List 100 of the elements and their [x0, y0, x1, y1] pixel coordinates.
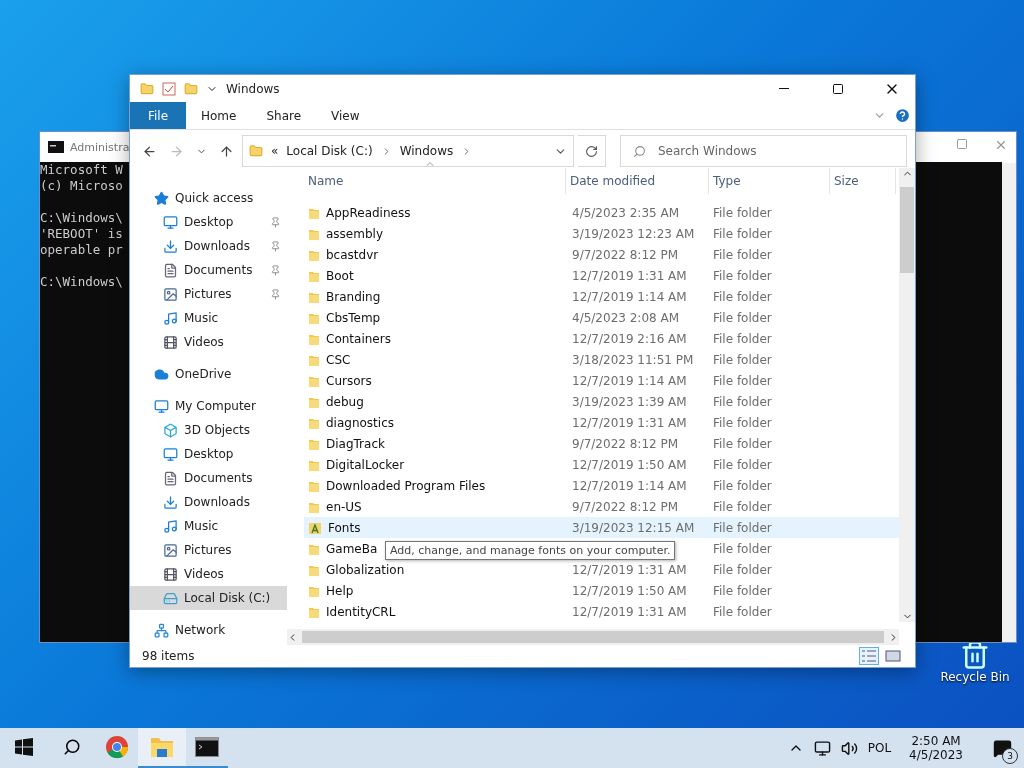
breadcrumb-item[interactable]: «: [271, 144, 279, 158]
file-row[interactable]: Cursors 12/7/2019 1:14 AM File folder: [304, 370, 899, 391]
address-bar[interactable]: « Local Disk (C:) Windows: [242, 135, 574, 167]
console-line: C:\Windows\: [40, 274, 123, 290]
search-field[interactable]: Search Windows: [620, 135, 907, 167]
sidebar-item[interactable]: Desktop: [130, 210, 287, 234]
sidebar-item[interactable]: Local Disk (C:): [130, 586, 287, 610]
file-row[interactable]: bcastdvr 9/7/2022 8:12 PM File folder: [304, 244, 899, 265]
checklist-icon[interactable]: [162, 81, 176, 96]
sidebar-item[interactable]: Pictures: [130, 538, 287, 562]
drive-icon: [163, 590, 178, 606]
scrollbar[interactable]: [1002, 163, 1016, 642]
file-row[interactable]: Help 12/7/2019 1:50 AM File folder: [304, 580, 899, 601]
sidebar-item[interactable]: 3D Objects: [130, 418, 287, 442]
scrollbar-thumb[interactable]: [302, 631, 884, 643]
star-icon: [154, 190, 169, 206]
sidebar-item[interactable]: Pictures: [130, 282, 287, 306]
refresh-button[interactable]: [578, 135, 606, 167]
column-header[interactable]: Type: [709, 168, 830, 194]
cube-icon: [163, 422, 178, 438]
sidebar-item[interactable]: Downloads: [130, 234, 287, 258]
ribbon-tab[interactable]: View: [316, 102, 375, 129]
desktop-icon: [163, 214, 178, 230]
sidebar-item[interactable]: Music: [130, 306, 287, 330]
file-name: Globalization: [326, 562, 405, 577]
details-view-icon: [861, 649, 877, 663]
clock-date[interactable]: 4/5/2023: [909, 748, 963, 762]
file-name: Boot: [326, 268, 354, 283]
type-cell-text: File folder: [712, 226, 773, 241]
file-row[interactable]: Downloaded Program Files 12/7/2019 1:14 AM File folder: [304, 475, 899, 496]
help-icon[interactable]: [894, 107, 911, 124]
recycle-bin-icon[interactable]: [960, 640, 990, 670]
file-row[interactable]: diagnostics 12/7/2019 1:31 AM File folder: [304, 412, 899, 433]
breadcrumb-item[interactable]: Local Disk (C:): [286, 144, 373, 158]
file-row[interactable]: Fonts 3/19/2023 12:15 AM File folder: [304, 517, 899, 538]
file-row[interactable]: Containers 12/7/2019 2:16 AM File folder: [304, 328, 899, 349]
type-cell-text: File folder: [712, 415, 773, 430]
music-note-icon: [163, 310, 178, 326]
folder-icon: [249, 144, 263, 158]
sidebar-item[interactable]: Videos: [130, 562, 287, 586]
file-row[interactable]: Globalization 12/7/2019 1:31 AM File folder: [304, 559, 899, 580]
ribbon-tab[interactable]: Home: [186, 102, 252, 129]
date-cell-text: 12/7/2019 1:31 AM: [571, 415, 688, 430]
file-row[interactable]: DigitalLocker 12/7/2019 1:50 AM File folder: [304, 454, 899, 475]
sidebar-item[interactable]: Desktop: [130, 442, 287, 466]
file-row[interactable]: AppReadiness 4/5/2023 2:35 AM File folder: [304, 202, 899, 223]
sidebar-item[interactable]: Downloads: [130, 490, 287, 514]
file-row[interactable]: debug 3/19/2023 1:39 AM File folder: [304, 391, 899, 412]
ribbon-tab[interactable]: File: [130, 102, 186, 129]
horizontal-scrollbar[interactable]: [287, 629, 899, 645]
type-cell-text: File folder: [712, 541, 773, 556]
type-cell-text: File folder: [712, 583, 773, 598]
file-row[interactable]: IdentityCRL 12/7/2019 1:31 AM File folder: [304, 601, 899, 622]
file-row[interactable]: Boot 12/7/2019 1:31 AM File folder: [304, 265, 899, 286]
sidebar-item[interactable]: OneDrive: [130, 362, 287, 386]
sidebar-item[interactable]: My Computer: [130, 394, 287, 418]
sidebar-item[interactable]: Documents: [130, 258, 287, 282]
details-view-button[interactable]: [859, 647, 879, 665]
folder-icon: [150, 736, 174, 758]
file-row[interactable]: DiagTrack 9/7/2022 8:12 PM File folder: [304, 433, 899, 454]
type-cell-text: File folder: [712, 604, 773, 619]
type-cell-text: File folder: [712, 520, 773, 535]
close-icon[interactable]: [994, 138, 1008, 152]
vertical-scrollbar[interactable]: [899, 168, 915, 622]
file-name: Branding: [326, 289, 381, 304]
maximize-icon[interactable]: [956, 138, 968, 150]
clock-time[interactable]: 2:50 AM: [911, 734, 961, 748]
sidebar-item[interactable]: Network: [130, 618, 287, 642]
column-header[interactable]: Size: [830, 168, 896, 194]
volume-icon[interactable]: [840, 739, 858, 757]
file-name: Containers: [326, 331, 391, 346]
scrollbar-thumb[interactable]: [900, 187, 914, 273]
large-icons-view-button[interactable]: [883, 647, 903, 665]
type-cell-text: File folder: [712, 373, 773, 388]
music-note-icon: [163, 518, 178, 534]
window-title: Windows: [226, 81, 281, 96]
sidebar-item[interactable]: Videos: [130, 330, 287, 354]
sidebar-item[interactable]: Documents: [130, 466, 287, 490]
file-row[interactable]: CbsTemp 4/5/2023 2:08 AM File folder: [304, 307, 899, 328]
date-cell-text: 12/7/2019 1:31 AM: [571, 604, 688, 619]
file-row[interactable]: en-US 9/7/2022 8:12 PM File folder: [304, 496, 899, 517]
sidebar-item[interactable]: Music: [130, 514, 287, 538]
column-header[interactable]: Date modified: [566, 168, 709, 194]
file-name: CSC: [326, 352, 351, 367]
language-indicator[interactable]: POL: [867, 741, 892, 755]
folder-icon[interactable]: [140, 81, 154, 96]
date-cell-text: 12/7/2019 1:14 AM: [571, 373, 688, 388]
network-icon[interactable]: [813, 739, 831, 757]
sidebar-item[interactable]: Quick access: [130, 186, 287, 210]
date-cell-text: 12/7/2019 1:50 AM: [571, 457, 688, 472]
console-line: Microsoft W: [40, 162, 123, 178]
file-row[interactable]: assembly 3/19/2023 12:23 AM File folder: [304, 223, 899, 244]
file-row[interactable]: Branding 12/7/2019 1:14 AM File folder: [304, 286, 899, 307]
column-header[interactable]: Name: [304, 168, 566, 194]
date-cell-text: 4/5/2023 2:08 AM: [571, 310, 681, 325]
ribbon-tab[interactable]: Share: [251, 102, 317, 129]
folder-icon[interactable]: [184, 81, 198, 96]
file-row[interactable]: CSC 3/18/2023 11:51 PM File folder: [304, 349, 899, 370]
breadcrumb-item[interactable]: Windows: [399, 144, 454, 158]
desktop-icon-label[interactable]: Recycle Bin: [940, 670, 1010, 684]
